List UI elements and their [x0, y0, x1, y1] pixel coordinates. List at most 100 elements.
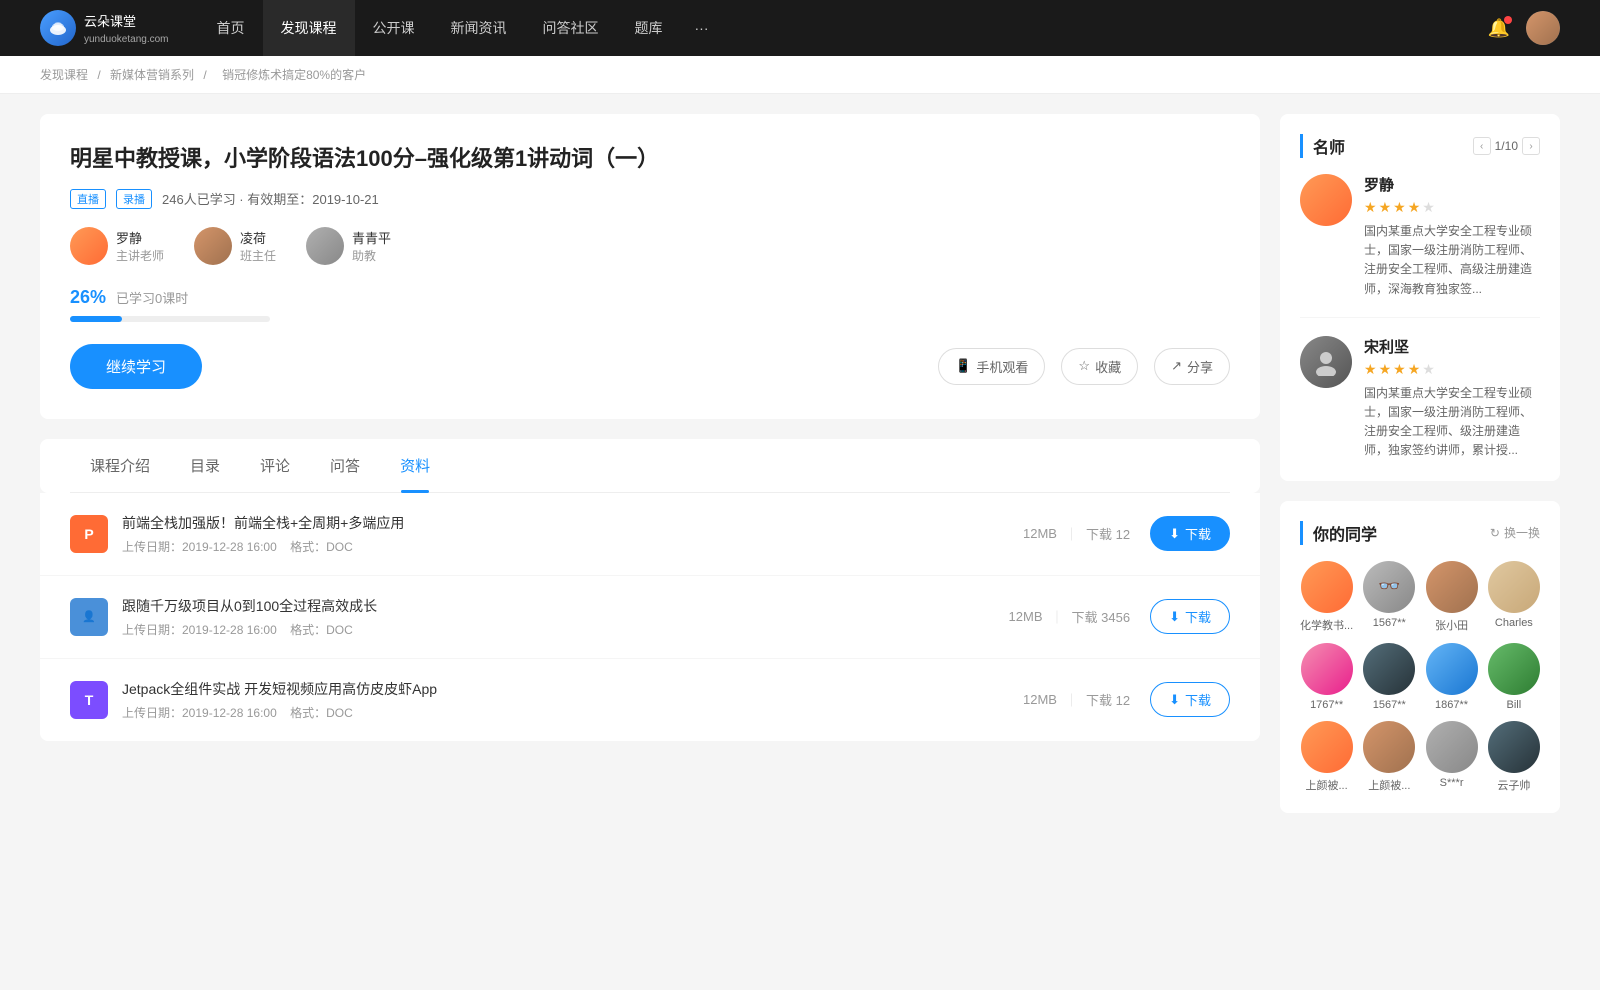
material-downloads-1: 下载 3456: [1072, 607, 1131, 626]
nav-discover[interactable]: 发现课程: [263, 0, 355, 56]
teachers-card-header: 名师 ‹ 1/10 ›: [1300, 134, 1540, 158]
material-info-2: Jetpack全组件实战 开发短视频应用高仿皮皮虾App 上传日期：2019-1…: [122, 679, 1023, 721]
classmate-avatar-1: 👓: [1363, 561, 1415, 613]
classmate-item-1: 👓 1567**: [1363, 561, 1415, 633]
material-stats-0: 12MB ｜ 下载 12: [1023, 524, 1130, 543]
sidebar-teacher-info-0: 罗静 ★ ★ ★ ★ ★ 国内某重点大学安全工程专业硕士，国家一级注册消防工程师…: [1364, 174, 1540, 299]
course-meta: 直播 录播 246人已学习 · 有效期至：2019-10-21: [70, 189, 1230, 209]
material-size-0: 12MB: [1023, 526, 1057, 541]
navbar: 云朵课堂yunduoketang.com 首页 发现课程 公开课 新闻资讯 问答…: [0, 0, 1600, 56]
refresh-button[interactable]: ↻ 换一换: [1490, 524, 1540, 541]
sidebar-teacher-info-1: 宋利坚 ★ ★ ★ ★ ★ 国内某重点大学安全工程专业硕士，国家一级注册消防工程…: [1364, 336, 1540, 461]
classmate-item-4: 1767**: [1300, 643, 1353, 711]
mobile-view-button[interactable]: 📱 手机观看: [938, 348, 1045, 385]
teacher-item-2: 青青平 助教: [306, 227, 391, 265]
download-icon-1: ⬇: [1169, 609, 1180, 625]
materials-list: P 前端全栈加强版！前端全栈+全周期+多端应用 上传日期：2019-12-28 …: [40, 493, 1260, 741]
refresh-label: 换一换: [1504, 524, 1540, 541]
material-format-2: 格式：DOC: [290, 706, 353, 720]
classmates-grid: 化学教书... 👓 1567** 张小田 Charles: [1300, 561, 1540, 793]
classmate-avatar-8: [1301, 721, 1353, 773]
teacher-item-0: 罗静 主讲老师: [70, 227, 164, 265]
next-arrow[interactable]: ›: [1522, 137, 1540, 155]
tab-catalog[interactable]: 目录: [170, 439, 240, 492]
sidebar-teacher-avatar-0: [1300, 174, 1352, 226]
classmates-title: 你的同学: [1300, 521, 1377, 545]
user-avatar-image: [1526, 11, 1560, 45]
sidebar-teacher-desc-1: 国内某重点大学安全工程专业硕士，国家一级注册消防工程师、注册安全工程师、级注册建…: [1364, 384, 1540, 461]
classmate-name-10: S***r: [1440, 777, 1464, 789]
classmate-avatar-6: [1426, 643, 1478, 695]
material-item-1: 👤 跟随千万级项目从0到100全过程高效成长 上传日期：2019-12-28 1…: [40, 576, 1260, 659]
material-meta-0: 上传日期：2019-12-28 16:00 格式：DOC: [122, 538, 1023, 555]
material-icon-1: 👤: [70, 598, 108, 636]
classmate-avatar-10: [1426, 721, 1478, 773]
classmate-item-10: S***r: [1425, 721, 1477, 793]
tab-review[interactable]: 评论: [240, 439, 310, 492]
download-button-0[interactable]: ⬇ 下载: [1150, 516, 1230, 551]
sidebar-teacher-stars-0: ★ ★ ★ ★ ★: [1364, 199, 1540, 216]
sidebar: 名师 ‹ 1/10 › 罗静 ★ ★: [1280, 114, 1560, 833]
nav-news[interactable]: 新闻资讯: [433, 0, 525, 56]
material-title-2: Jetpack全组件实战 开发短视频应用高仿皮皮虾App: [122, 679, 1023, 699]
material-icon-2: T: [70, 681, 108, 719]
breadcrumb: 发现课程 / 新媒体营销系列 / 销冠修炼术搞定80%的客户: [0, 56, 1600, 94]
material-format-0: 格式：DOC: [290, 540, 353, 554]
classmate-item-0: 化学教书...: [1300, 561, 1353, 633]
classmate-item-6: 1867**: [1425, 643, 1477, 711]
classmate-name-3: Charles: [1495, 617, 1533, 629]
classmate-avatar-5: [1363, 643, 1415, 695]
bell-icon[interactable]: 🔔: [1488, 18, 1510, 39]
classmates-card: 你的同学 ↻ 换一换 化学教书... 👓 1567**: [1280, 501, 1560, 813]
sidebar-teacher-1: 宋利坚 ★ ★ ★ ★ ★ 国内某重点大学安全工程专业硕士，国家一级注册消防工程…: [1300, 336, 1540, 461]
nav-home[interactable]: 首页: [199, 0, 263, 56]
share-button[interactable]: ↗ 分享: [1154, 348, 1230, 385]
material-date-2: 上传日期：2019-12-28 16:00: [122, 706, 277, 720]
download-icon-0: ⬇: [1169, 526, 1180, 542]
classmate-item-11: 云子帅: [1488, 721, 1540, 793]
material-title-0: 前端全栈加强版！前端全栈+全周期+多端应用: [122, 513, 1023, 533]
download-button-2[interactable]: ⬇ 下载: [1150, 682, 1230, 717]
teachers-title: 名师: [1300, 134, 1345, 158]
download-button-1[interactable]: ⬇ 下载: [1150, 599, 1230, 634]
logo[interactable]: 云朵课堂yunduoketang.com: [40, 10, 169, 46]
nav-qa[interactable]: 问答社区: [525, 0, 617, 56]
user-avatar[interactable]: [1526, 11, 1560, 45]
prev-arrow[interactable]: ‹: [1473, 137, 1491, 155]
collect-button[interactable]: ☆ 收藏: [1061, 348, 1138, 385]
material-info-1: 跟随千万级项目从0到100全过程高效成长 上传日期：2019-12-28 16:…: [122, 596, 1009, 638]
classmate-avatar-7: [1488, 643, 1540, 695]
sidebar-teacher-stars-1: ★ ★ ★ ★ ★: [1364, 361, 1540, 378]
progress-percent: 26%: [70, 287, 106, 308]
classmate-name-9: 上颜被...: [1368, 777, 1410, 793]
main-container: 明星中教授课，小学阶段语法100分–强化级第1讲动词（一） 直播 录播 246人…: [0, 94, 1600, 853]
download-icon-2: ⬇: [1169, 692, 1180, 708]
refresh-icon: ↻: [1490, 526, 1500, 540]
course-enrollment: 246人已学习 · 有效期至：2019-10-21: [162, 189, 379, 208]
teacher-item-1: 凌荷 班主任: [194, 227, 276, 265]
tab-materials[interactable]: 资料: [380, 439, 450, 492]
share-label: 分享: [1187, 357, 1213, 376]
logo-text: 云朵课堂yunduoketang.com: [84, 11, 169, 45]
sidebar-teacher-name-1: 宋利坚: [1364, 336, 1540, 357]
page-indicator: 1/10: [1495, 139, 1518, 153]
classmate-item-3: Charles: [1488, 561, 1540, 633]
classmate-name-5: 1567**: [1373, 699, 1406, 711]
course-title: 明星中教授课，小学阶段语法100分–强化级第1讲动词（一）: [70, 144, 1230, 175]
material-item-2: T Jetpack全组件实战 开发短视频应用高仿皮皮虾App 上传日期：2019…: [40, 659, 1260, 741]
tab-qa[interactable]: 问答: [310, 439, 380, 492]
tab-intro[interactable]: 课程介绍: [70, 439, 170, 492]
breadcrumb-discover[interactable]: 发现课程: [40, 68, 88, 82]
nav-open[interactable]: 公开课: [355, 0, 433, 56]
tabs-section: 课程介绍 目录 评论 问答 资料: [40, 439, 1260, 493]
classmate-name-6: 1867**: [1435, 699, 1468, 711]
course-header-card: 明星中教授课，小学阶段语法100分–强化级第1讲动词（一） 直播 录播 246人…: [40, 114, 1260, 419]
notification-dot: [1504, 16, 1512, 24]
continue-button[interactable]: 继续学习: [70, 344, 202, 389]
nav-exam[interactable]: 题库: [617, 0, 681, 56]
download-label-0: 下载: [1185, 524, 1211, 543]
classmate-name-8: 上颜被...: [1306, 777, 1348, 793]
breadcrumb-series[interactable]: 新媒体营销系列: [110, 68, 194, 82]
progress-bar-bg: [70, 316, 270, 322]
nav-more[interactable]: ···: [681, 0, 723, 56]
